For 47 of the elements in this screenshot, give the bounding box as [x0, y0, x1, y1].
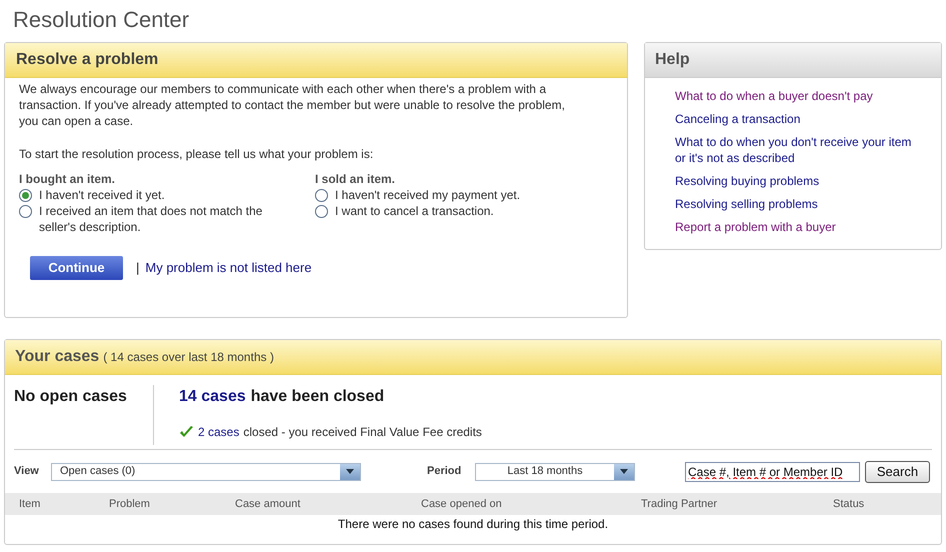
radio-button[interactable]	[315, 205, 328, 218]
column-header: Case amount	[235, 496, 302, 512]
not-listed-link[interactable]: My problem is not listed here	[145, 258, 312, 278]
caret-icon	[620, 469, 628, 474]
option-label: I haven't received it yet.	[39, 187, 165, 203]
caret-icon	[346, 469, 354, 474]
help-link[interactable]: Resolving selling problems	[675, 196, 921, 212]
help-link[interactable]: What to do when a buyer doesn't pay	[675, 88, 921, 104]
help-link[interactable]: What to do when you don't receive your item or it's not as described	[675, 134, 921, 166]
empty-message: There were no cases found during this time period.	[338, 517, 608, 531]
radio-button[interactable]	[315, 189, 328, 202]
view-label: View	[14, 464, 40, 480]
closed-cases-link[interactable]: 14 cases	[179, 385, 246, 409]
intro-text: We always encourage our members to communicate with each other when there's a problem with a transaction. If you've already attempted to contact the member but were unable to resolve the problem, you can open a case.	[19, 81, 566, 129]
column-header: Status	[833, 496, 866, 512]
panel-title: Resolve a problem	[16, 50, 158, 70]
help-link[interactable]: Resolving buying problems	[675, 173, 921, 189]
search-button[interactable]: Search	[865, 460, 930, 482]
radio-button[interactable]	[19, 189, 32, 202]
group-heading: I sold an item.	[315, 171, 396, 187]
column-header: Case opened on	[421, 496, 503, 512]
period-label: Period	[427, 464, 462, 480]
checkmark-icon	[179, 426, 194, 438]
separator: |	[136, 259, 140, 278]
credits-link[interactable]: 2 cases	[198, 423, 240, 441]
prompt-text: To start the resolution process, please tell us what your problem is:	[19, 146, 374, 162]
continue-button[interactable]: Continue	[30, 256, 123, 280]
radio-button[interactable]	[19, 205, 32, 218]
help-link[interactable]: Canceling a transaction	[675, 111, 921, 127]
option-label: I want to cancel a transaction.	[335, 203, 494, 219]
panel-subtitle: ( 14 cases over last 18 months )	[103, 349, 274, 366]
column-header: Problem	[109, 496, 151, 512]
panel-title: Help	[655, 50, 690, 70]
closed-summary-text: have been closed	[250, 387, 384, 407]
panel-title: Your cases	[15, 347, 100, 367]
group-heading: I bought an item.	[19, 171, 116, 187]
view-dropdown[interactable]: Open cases (0)	[51, 462, 361, 480]
search-field[interactable]: Case #, Item # or Member ID	[685, 462, 860, 482]
column-header: Trading Partner	[641, 496, 718, 512]
help-link[interactable]: Report a problem with a buyer	[675, 219, 921, 235]
credits-text: closed - you received Final Value Fee credits	[243, 424, 482, 441]
column-header: Item	[19, 496, 42, 512]
period-dropdown[interactable]: Last 18 months	[475, 462, 635, 480]
page-title: Resolution Center	[12, 6, 190, 34]
option-label: I haven't received my payment yet.	[335, 187, 520, 203]
option-label: I received an item that does not match the seller's description.	[39, 203, 264, 235]
open-cases-summary: No open cases	[14, 388, 127, 405]
